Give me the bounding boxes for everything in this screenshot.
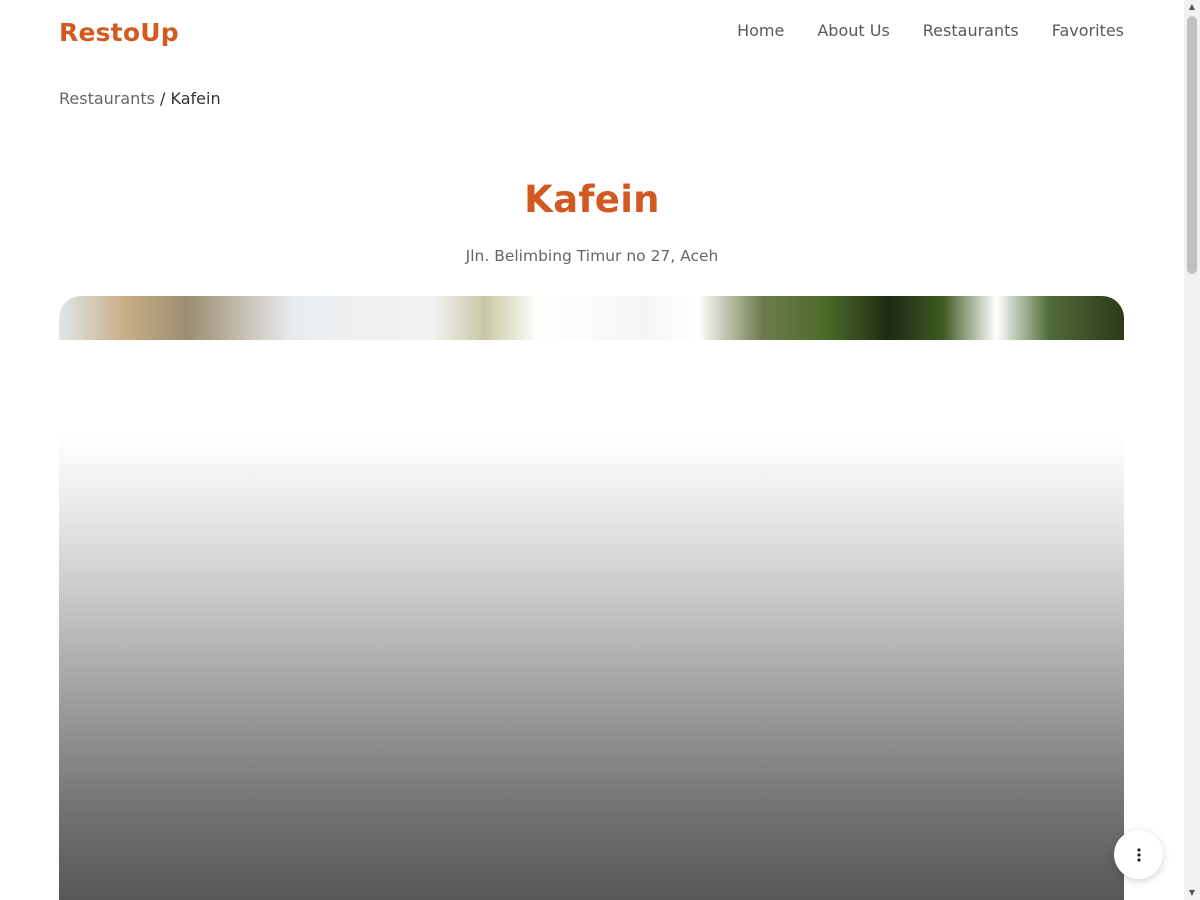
restaurant-address: Jln. Belimbing Timur no 27, Aceh (465, 247, 719, 265)
nav-home[interactable]: Home (737, 21, 784, 40)
scrollbar-thumb[interactable] (1187, 16, 1197, 274)
breadcrumb-current: Kafein (170, 89, 221, 108)
restaurant-name: Kafein (524, 178, 660, 221)
hero-image-top (59, 296, 1124, 340)
breadcrumb-restaurants-link[interactable]: Restaurants (59, 89, 155, 108)
scroll-up-arrow-icon[interactable]: ▲ (1184, 0, 1200, 14)
hero-image-gradient (59, 436, 1124, 900)
more-vertical-icon (1136, 847, 1141, 862)
brand-logo[interactable]: RestoUp (59, 18, 179, 47)
page: RestoUp Home About Us Restaurants Favori… (0, 0, 1184, 900)
restaurant-hero-image (59, 296, 1124, 900)
more-options-button[interactable] (1114, 830, 1163, 879)
main-nav: Home About Us Restaurants Favorites (737, 21, 1124, 40)
scroll-down-arrow-icon[interactable]: ▼ (1184, 886, 1200, 900)
nav-about-us[interactable]: About Us (817, 21, 889, 40)
nav-favorites[interactable]: Favorites (1052, 21, 1124, 40)
vertical-scrollbar[interactable]: ▲ ▼ (1184, 0, 1200, 900)
breadcrumb-separator: / (160, 89, 166, 108)
nav-restaurants[interactable]: Restaurants (923, 21, 1019, 40)
breadcrumb: Restaurants / Kafein (59, 89, 221, 108)
